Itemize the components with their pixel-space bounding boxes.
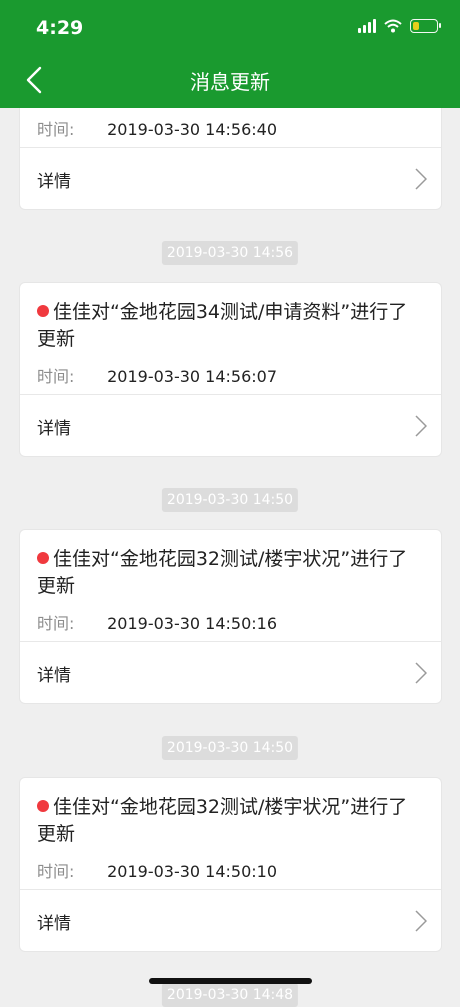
message-title-text: 佳佳对“金地花园32测试/楼宇状况”进行了更新	[37, 548, 408, 597]
message-title: 佳佳对“金地花园32测试/楼宇状况”进行了更新	[37, 794, 424, 848]
divider	[20, 147, 441, 148]
unread-dot-icon	[37, 305, 49, 317]
message-list: 时间: 2019-03-30 14:56:40 详情 2019-03-30 14…	[0, 0, 460, 1007]
signal-icon	[358, 19, 376, 33]
time-label: 时间:	[37, 862, 75, 881]
detail-label: 详情	[37, 914, 71, 934]
detail-label: 详情	[37, 666, 71, 686]
timestamp-pill: 2019-03-30 14:56	[161, 241, 299, 265]
divider	[20, 394, 441, 395]
detail-row[interactable]: 详情	[20, 891, 441, 951]
message-card: 佳佳对“金地花园34测试/申请资料”进行了更新 时间: 2019-03-30 1…	[19, 282, 442, 457]
time-label: 时间:	[37, 367, 75, 386]
page-title: 消息更新	[190, 70, 270, 94]
message-title-text: 佳佳对“金地花园32测试/楼宇状况”进行了更新	[37, 796, 408, 845]
divider	[20, 641, 441, 642]
status-icons	[358, 19, 441, 33]
divider	[20, 889, 441, 890]
timestamp-pill: 2019-03-30 14:50	[161, 488, 299, 512]
chevron-right-icon	[415, 168, 427, 190]
detail-row[interactable]: 详情	[20, 149, 441, 209]
detail-label: 详情	[37, 419, 71, 439]
time-value: 2019-03-30 14:56:07	[107, 367, 278, 386]
time-value: 2019-03-30 14:50:16	[107, 614, 278, 633]
time-row: 时间: 2019-03-30 14:50:10	[37, 858, 277, 882]
message-card: 佳佳对“金地花园32测试/楼宇状况”进行了更新 时间: 2019-03-30 1…	[19, 777, 442, 952]
timestamp-pill: 2019-03-30 14:48	[161, 983, 299, 1007]
time-row: 时间: 2019-03-30 14:50:16	[37, 610, 277, 634]
time-label: 时间:	[37, 614, 75, 633]
detail-row[interactable]: 详情	[20, 643, 441, 703]
message-card: 佳佳对“金地花园32测试/楼宇状况”进行了更新 时间: 2019-03-30 1…	[19, 529, 442, 704]
time-row: 时间: 2019-03-30 14:56:07	[37, 363, 277, 387]
message-title: 佳佳对“金地花园34测试/申请资料”进行了更新	[37, 299, 424, 353]
time-row: 时间: 2019-03-30 14:56:40	[37, 116, 277, 140]
status-time: 4:29	[36, 17, 84, 39]
time-value: 2019-03-30 14:56:40	[107, 120, 278, 139]
unread-dot-icon	[37, 800, 49, 812]
time-value: 2019-03-30 14:50:10	[107, 862, 278, 881]
time-label: 时间:	[37, 120, 75, 139]
chevron-right-icon	[415, 910, 427, 932]
chevron-right-icon	[415, 415, 427, 437]
battery-icon	[410, 19, 441, 33]
battery-level	[413, 22, 419, 30]
detail-row[interactable]: 详情	[20, 396, 441, 456]
app-header: 4:29 消息更新	[0, 0, 460, 108]
message-title: 佳佳对“金地花园32测试/楼宇状况”进行了更新	[37, 546, 424, 600]
message-title-text: 佳佳对“金地花园34测试/申请资料”进行了更新	[37, 301, 408, 350]
unread-dot-icon	[37, 552, 49, 564]
home-indicator[interactable]	[149, 978, 312, 984]
timestamp-pill: 2019-03-30 14:50	[161, 736, 299, 760]
chevron-right-icon	[415, 662, 427, 684]
wifi-icon	[384, 19, 402, 33]
detail-label: 详情	[37, 172, 71, 192]
